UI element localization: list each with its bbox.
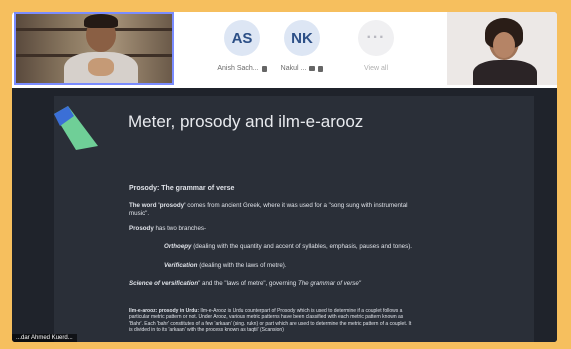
participant-name: Anish Sach...	[217, 65, 259, 72]
text-bold-italic: Science of versification	[129, 280, 199, 287]
text: Ilm-e-Arooz is Urdu counterpart of Proso…	[199, 308, 403, 314]
view-all-button[interactable]: ··· View all	[346, 20, 406, 72]
text: comes from ancient Greek, where it was u…	[185, 202, 408, 209]
mic-off-icon	[261, 65, 267, 72]
slide-heading: Prosody: The grammar of verse	[129, 185, 235, 192]
participant-label: Anish Sach...	[212, 65, 272, 72]
text-bold-italic: Orthoepy	[164, 243, 192, 250]
text-bold-italic: Verification	[164, 262, 198, 269]
text-italic: The grammar of verse"	[297, 280, 361, 287]
slide-paragraph: Science of versification" and the "laws …	[129, 280, 361, 288]
text: has two branches-	[153, 225, 207, 232]
participant-hands	[88, 58, 114, 76]
text-bold: Prosody	[129, 225, 154, 232]
slide-logo-icon	[54, 106, 98, 150]
text-bold: Ilm-e-arooz: prosody in Urdu:	[129, 308, 199, 314]
participant-face	[493, 32, 515, 58]
meeting-window: AS Anish Sach... NK Nakul ... ··· View a…	[12, 12, 557, 342]
avatar[interactable]: NK	[284, 20, 320, 56]
slide-paragraph: Prosody has two branches-	[129, 225, 206, 233]
participant-strip: AS Anish Sach... NK Nakul ... ··· View a…	[12, 12, 557, 88]
more-icon[interactable]: ···	[358, 20, 394, 56]
participant-hair	[84, 14, 118, 28]
slide-bullet: Verification (dealing with the laws of m…	[164, 262, 287, 270]
presenter-name-tag: ...dar Ahmed Kuerd...	[12, 334, 77, 342]
slide-bullet: Orthoepy (dealing with the quantity and …	[164, 243, 412, 251]
mic-off-icon	[318, 65, 324, 72]
view-all-label: View all	[364, 65, 388, 72]
participant-body	[473, 60, 537, 85]
text: (dealing with the laws of metre).	[197, 262, 287, 269]
text: particular metric pattern or not. Under …	[129, 314, 404, 321]
text: " and the "laws of metre", governing	[198, 280, 298, 287]
participant-name: Nakul ...	[280, 65, 307, 72]
presentation-slide: Meter, prosody and ilm-e-arooz Prosody: …	[54, 96, 534, 342]
camera-off-icon	[309, 66, 316, 71]
text: (dealing with the quantity and accent of…	[191, 243, 412, 250]
slide-paragraph: The word 'prosody' comes from ancient Gr…	[129, 202, 408, 218]
slide-paragraph: Ilm-e-arooz: prosody in Urdu: Ilm-e-Aroo…	[129, 308, 411, 334]
participant-video-tile-right[interactable]	[447, 12, 557, 85]
screen-share-area[interactable]: Meter, prosody and ilm-e-arooz Prosody: …	[12, 88, 557, 342]
slide-title: Meter, prosody and ilm-e-arooz	[128, 112, 364, 131]
text: 'Bahr'. Each 'bahr' constitutes of a few…	[129, 320, 412, 327]
avatar[interactable]: AS	[224, 20, 260, 56]
text: music".	[129, 210, 150, 217]
text: is divided in to its 'arkaan' with the p…	[129, 327, 284, 334]
participant-video-tile-left[interactable]	[14, 12, 174, 85]
participant-label: Nakul ...	[272, 65, 332, 72]
participant-avatar-group[interactable]: AS Anish Sach...	[212, 20, 272, 72]
text-bold: The word 'prosody'	[129, 202, 186, 209]
participant-avatar-group[interactable]: NK Nakul ...	[272, 20, 332, 72]
